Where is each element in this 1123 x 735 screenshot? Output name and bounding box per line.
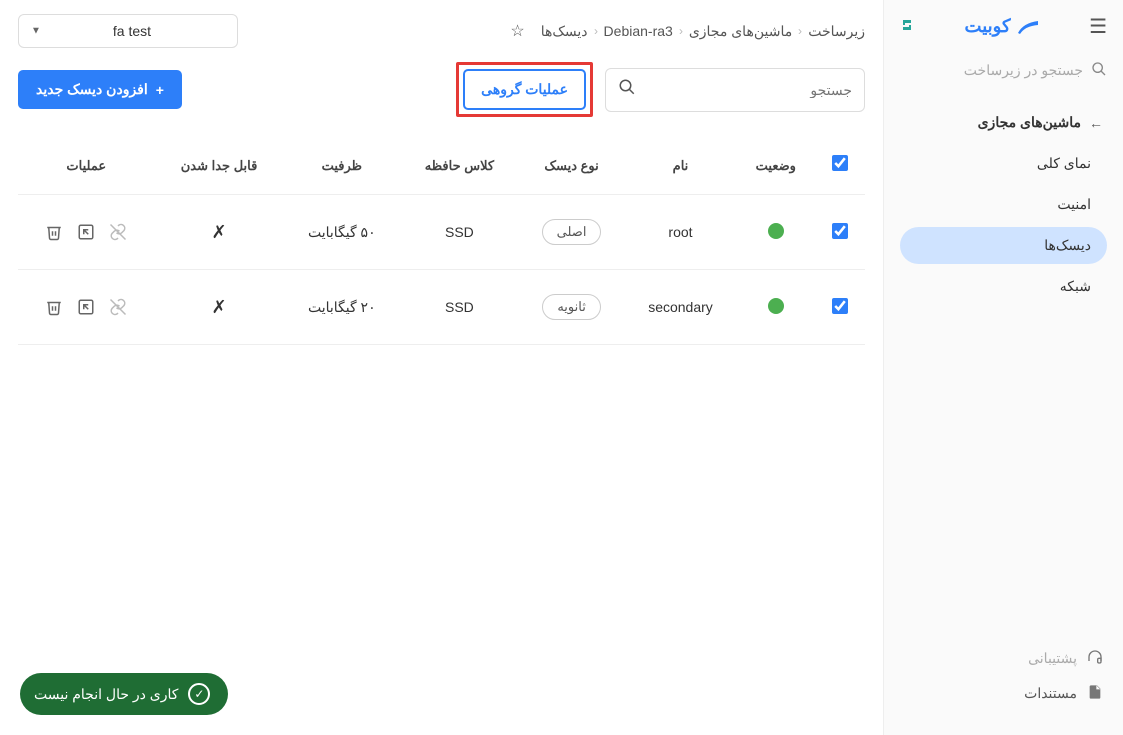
check-circle-icon: ✓ [188,683,210,705]
sidebar-item-overview[interactable]: نمای کلی [900,145,1107,182]
row-checkbox[interactable] [832,298,848,314]
disk-capacity: ۵۰ گیگابایت [284,195,400,270]
disk-class: SSD [400,270,519,345]
brand-secondary-logo [900,18,914,35]
status-dot-active [768,298,784,314]
col-detachable: قابل جدا شدن [155,137,284,195]
arrow-right-icon: ← [1089,115,1103,131]
detach-icon[interactable] [109,223,127,241]
chevron-left-icon: › [594,24,598,38]
table-search[interactable] [605,68,865,112]
disks-table: وضعیت نام نوع دیسک کلاس حافظه ظرفیت قابل… [18,137,865,345]
main-content: زیرساخت › ماشین‌های مجازی › Debian-ra3 ›… [0,0,883,735]
add-disk-label: افزودن دیسک جدید [36,81,148,98]
select-all-checkbox[interactable] [832,155,848,171]
project-dropdown[interactable]: fa test ▼ [18,14,238,48]
sidebar-item-security[interactable]: امنیت [900,186,1107,223]
col-capacity: ظرفیت [284,137,400,195]
toast-message: کاری در حال انجام نیست [34,686,178,703]
table-row: root اصلی SSD ۵۰ گیگابایت ✗ [18,195,865,270]
delete-icon[interactable] [45,298,63,316]
caret-down-icon: ▼ [31,26,41,37]
col-status: وضعیت [737,137,815,195]
chevron-left-icon: › [798,24,802,38]
highlight-annotation: عملیات گروهی [456,62,593,117]
table-row: secondary ثانویه SSD ۲۰ گیگابایت ✗ [18,270,865,345]
sidebar-item-network[interactable]: شبکه [900,268,1107,305]
col-storage-class: کلاس حافظه [400,137,519,195]
sidebar: ☰ کوبیت جستجو در زیرساخت ← ماشین‌های مجا… [883,0,1123,735]
brand-name: کوبیت [965,16,1011,37]
col-name: نام [624,137,736,195]
support-icon [1087,649,1103,668]
breadcrumb-level1[interactable]: ماشین‌های مجازی [689,23,792,40]
brand-logo[interactable]: کوبیت [965,16,1039,37]
group-action-button[interactable]: عملیات گروهی [463,69,586,110]
project-dropdown-value: fa test [113,23,151,39]
col-actions: عملیات [18,137,155,195]
disk-name: root [624,195,736,270]
disk-type-pill: ثانویه [542,294,601,320]
detachable-value: ✗ [211,222,226,242]
sidebar-group-title: ماشین‌های مجازی [978,114,1081,131]
row-checkbox[interactable] [832,223,848,239]
plus-icon: + [156,82,164,98]
sidebar-support-label: پشتیبانی [1028,650,1077,667]
col-disk-type: نوع دیسک [519,137,625,195]
sidebar-support[interactable]: پشتیبانی [904,641,1103,676]
detach-icon[interactable] [109,298,127,316]
search-icon [1091,61,1107,80]
disk-name: secondary [624,270,736,345]
sidebar-docs[interactable]: مستندات [904,676,1103,711]
add-disk-button[interactable]: + افزودن دیسک جدید [18,70,182,109]
resize-icon[interactable] [77,223,95,241]
resize-icon[interactable] [77,298,95,316]
sidebar-group-head[interactable]: ← ماشین‌های مجازی [892,104,1115,141]
disk-class: SSD [400,195,519,270]
sidebar-search-placeholder: جستجو در زیرساخت [964,62,1083,79]
breadcrumb-level2[interactable]: Debian-ra3 [604,23,673,39]
sidebar-item-disks[interactable]: دیسک‌ها [900,227,1107,264]
sidebar-search[interactable]: جستجو در زیرساخت [884,53,1123,88]
docs-icon [1087,684,1103,703]
status-dot-active [768,223,784,239]
breadcrumb: زیرساخت › ماشین‌های مجازی › Debian-ra3 ›… [541,23,865,40]
disk-type-pill: اصلی [542,219,602,245]
table-search-input[interactable] [636,82,852,98]
sidebar-docs-label: مستندات [1024,685,1077,702]
chevron-left-icon: › [679,24,683,38]
breadcrumb-root[interactable]: زیرساخت [808,23,865,40]
search-icon [618,78,636,101]
favorite-star-icon[interactable]: ☆ [510,21,524,41]
detachable-value: ✗ [211,297,226,317]
delete-icon[interactable] [45,223,63,241]
disk-capacity: ۲۰ گیگابایت [284,270,400,345]
hamburger-menu-icon[interactable]: ☰ [1089,14,1107,39]
status-toast[interactable]: ✓ کاری در حال انجام نیست [20,673,228,715]
breadcrumb-current: دیسک‌ها [541,23,588,40]
